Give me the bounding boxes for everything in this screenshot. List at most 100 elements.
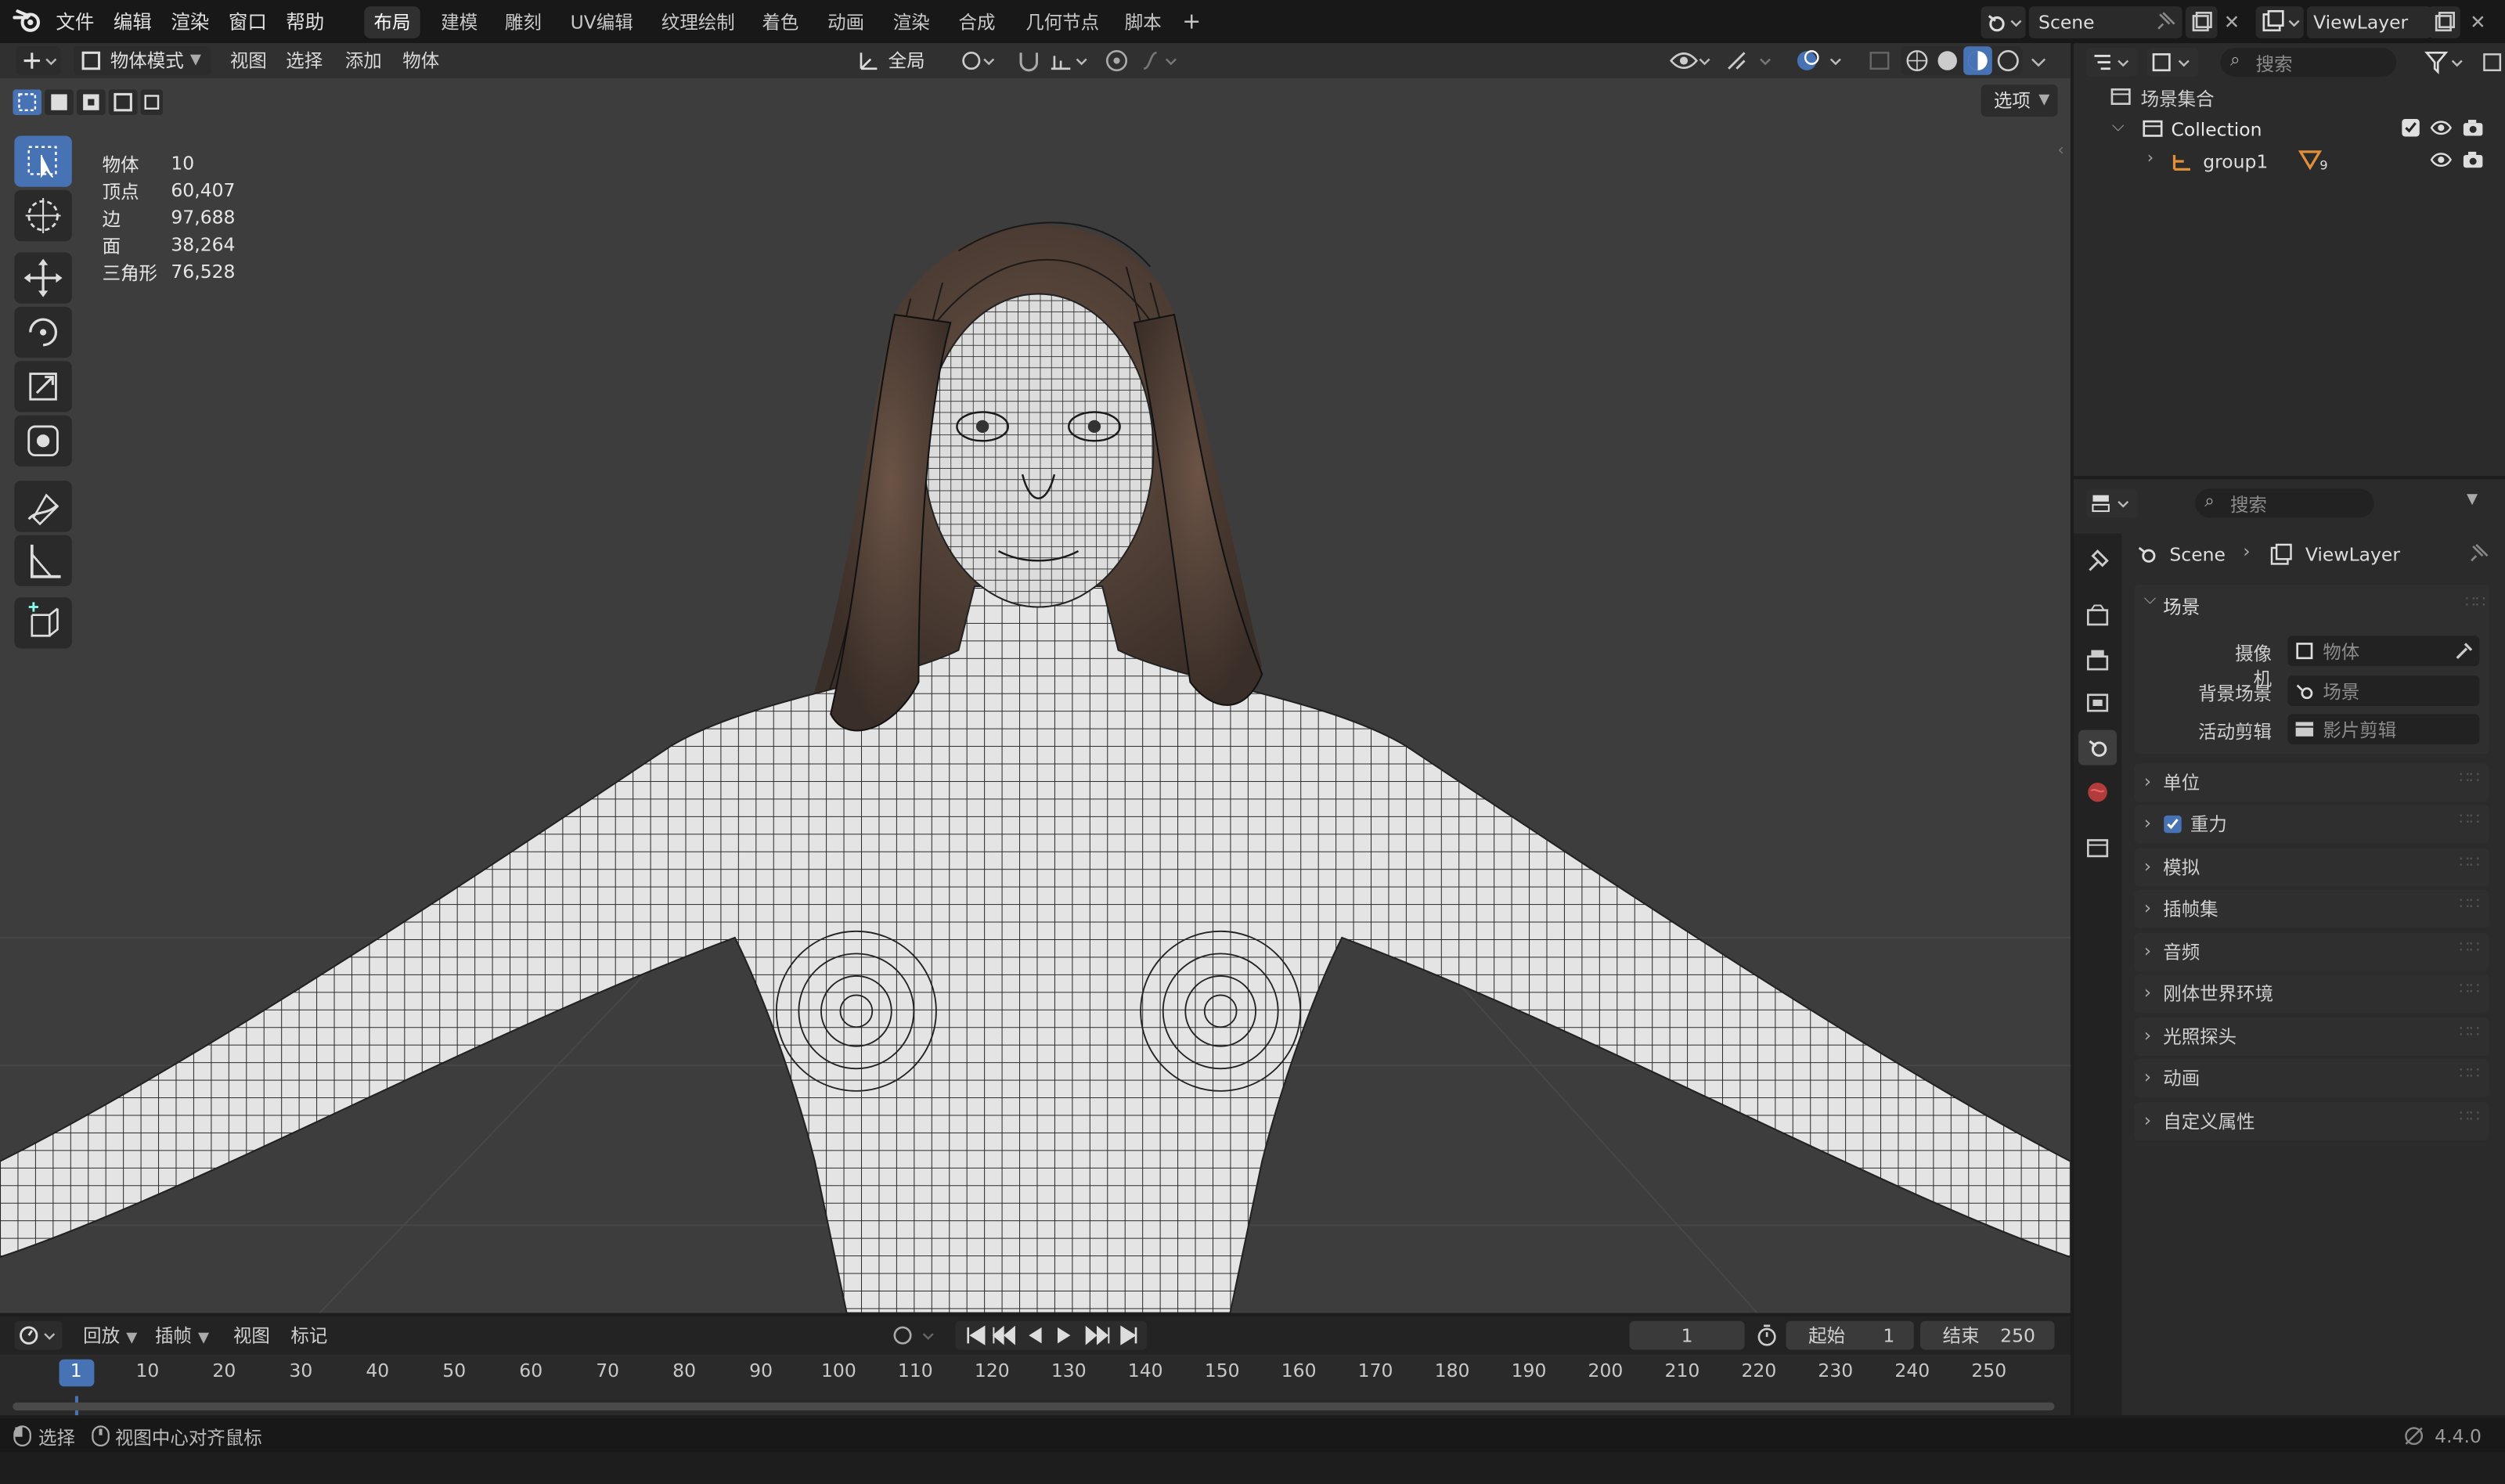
collection-camera-icon[interactable] xyxy=(2462,118,2485,137)
properties-search-input[interactable]: ⌕ 搜索 xyxy=(2195,488,2374,518)
timeline-editor[interactable]: 回放 ▼ 插帧 ▼ 视图 标记 1 起始 1 结束 250 1 10 20 30 4… xyxy=(0,1316,2071,1416)
proportional-edit-icon[interactable] xyxy=(1102,46,1131,75)
filter-icon[interactable] xyxy=(2422,48,2470,77)
3d-viewport[interactable]: 物体模式 ▼ 视图 选择 添加 物体 全局 选项 ▼ ‹ 物体 10 顶点 60… xyxy=(0,43,2071,1313)
visibility-icon[interactable] xyxy=(1667,46,1714,75)
outliner-editor-type-icon[interactable] xyxy=(2086,48,2138,77)
mode-selector[interactable]: 物体模式 ▼ xyxy=(73,46,211,75)
add-workspace-button[interactable]: + xyxy=(1173,6,1210,38)
active-clip-field[interactable]: 影片剪辑 xyxy=(2287,714,2480,745)
menu-select[interactable]: 选择 xyxy=(286,48,323,75)
new-collection-icon[interactable] xyxy=(2479,48,2505,77)
collection-checkbox-icon[interactable] xyxy=(2401,118,2420,137)
collection-tab-icon[interactable] xyxy=(2083,834,2112,863)
drag-grip-icon[interactable]: ∷∷ xyxy=(2465,594,2485,611)
transform-tool[interactable] xyxy=(14,415,72,466)
blender-logo-icon[interactable] xyxy=(13,8,41,34)
menu-object[interactable]: 物体 xyxy=(402,48,439,75)
display-mode-icon[interactable] xyxy=(2146,48,2199,77)
menu-add[interactable]: 添加 xyxy=(345,48,382,75)
tab-compositing[interactable]: 合成 xyxy=(949,6,1004,38)
chevron-down-icon[interactable]: ▼ xyxy=(2467,492,2478,508)
playback-menu[interactable]: 回放 ▼ xyxy=(83,1323,137,1349)
pin-icon[interactable] xyxy=(2467,543,2489,566)
close-viewlayer-icon[interactable]: ✕ xyxy=(2470,6,2489,38)
collection-expand-icon[interactable]: ⌵ xyxy=(2112,118,2124,135)
close-scene-icon[interactable]: ✕ xyxy=(2224,6,2243,38)
section-rigid-body-world[interactable]: › 刚体世界环境 ∷∷ xyxy=(2134,974,2489,1013)
new-scene-icon[interactable] xyxy=(2185,6,2218,38)
scene-panel-title[interactable]: 场景 xyxy=(2163,594,2200,620)
pin-icon[interactable] xyxy=(2154,11,2176,34)
scene-panel-collapse-icon[interactable]: ⌵ xyxy=(2144,591,2156,608)
current-frame-field[interactable]: 1 xyxy=(1629,1320,1745,1350)
world-tab-icon[interactable] xyxy=(2083,778,2112,807)
section-animation[interactable]: › 动画 ∷∷ xyxy=(2134,1059,2489,1098)
section-audio[interactable]: › 音频 ∷∷ xyxy=(2134,932,2489,971)
tool-tab-icon[interactable] xyxy=(2083,546,2112,575)
menu-help[interactable]: 帮助 xyxy=(286,8,324,35)
tab-rendering[interactable]: 渲染 xyxy=(884,6,939,38)
shading-options-icon[interactable] xyxy=(2026,46,2052,75)
auto-keying-icon[interactable] xyxy=(888,1321,943,1350)
output-tab-icon[interactable] xyxy=(2083,645,2112,674)
tab-shading[interactable]: 着色 xyxy=(752,6,808,38)
menu-view[interactable]: 视图 xyxy=(230,48,267,75)
viewlayer-selector-icon[interactable] xyxy=(2255,6,2304,38)
gizmo-icon[interactable] xyxy=(1722,46,1776,75)
group-label[interactable]: group1 xyxy=(2203,150,2268,173)
section-custom-properties[interactable]: › 自定义属性 ∷∷ xyxy=(2134,1102,2489,1141)
scene-selector-icon[interactable] xyxy=(1981,6,2026,38)
scene-tab-icon[interactable] xyxy=(2078,729,2118,765)
background-scene-field[interactable]: 场景 xyxy=(2287,675,2480,707)
tab-uv-editing[interactable]: UV编辑 xyxy=(560,6,643,38)
options-dropdown[interactable]: 选项 ▼ xyxy=(1981,85,2058,117)
tab-layout[interactable]: 布局 xyxy=(364,6,420,38)
menu-file[interactable]: 文件 xyxy=(56,8,94,35)
eyedropper-icon[interactable] xyxy=(2454,640,2475,661)
overlays-icon[interactable] xyxy=(1793,46,1847,75)
menu-window[interactable]: 窗口 xyxy=(229,8,267,35)
select-box-tool[interactable] xyxy=(14,135,72,187)
timeline-editor-type-icon[interactable] xyxy=(14,1320,63,1350)
annotate-tool[interactable] xyxy=(14,481,72,532)
measure-tool[interactable] xyxy=(14,535,72,586)
gravity-checkbox-icon[interactable] xyxy=(2163,815,2182,834)
camera-field[interactable]: 物体 xyxy=(2287,636,2480,667)
tab-sculpting[interactable]: 雕刻 xyxy=(496,6,551,38)
wireframe-model-canvas[interactable] xyxy=(0,43,2071,1313)
view-layer-tab-icon[interactable] xyxy=(2083,689,2112,718)
tab-modeling[interactable]: 建模 xyxy=(431,6,487,38)
scale-tool[interactable] xyxy=(14,361,72,412)
falloff-icon[interactable] xyxy=(1137,46,1182,75)
menu-render[interactable]: 渲染 xyxy=(171,8,209,35)
section-keying-sets[interactable]: › 插帧集 ∷∷ xyxy=(2134,889,2489,928)
keying-menu[interactable]: 插帧 ▼ xyxy=(155,1323,209,1349)
collection-label[interactable]: Collection xyxy=(2171,118,2262,141)
tab-animation[interactable]: 动画 xyxy=(818,6,874,38)
add-cube-tool[interactable] xyxy=(14,597,72,649)
tab-texture-paint[interactable]: 纹理绘制 xyxy=(652,6,744,38)
move-tool[interactable] xyxy=(14,252,72,304)
preview-range-icon[interactable] xyxy=(1754,1321,1780,1350)
collection-eye-icon[interactable] xyxy=(2430,118,2453,137)
properties-editor-type-icon[interactable] xyxy=(2086,488,2138,518)
tab-scripting[interactable]: 脚本 xyxy=(1115,6,1170,38)
xray-icon[interactable] xyxy=(1866,46,1895,75)
start-frame-field[interactable]: 起始 1 xyxy=(1786,1320,1914,1350)
new-viewlayer-icon[interactable] xyxy=(2428,6,2460,38)
transform-orientation-selector[interactable]: 全局 xyxy=(853,46,946,75)
snap-icon[interactable] xyxy=(1013,46,1045,75)
render-tab-icon[interactable] xyxy=(2083,602,2112,631)
outliner-search-input[interactable]: ⌕ 搜索 xyxy=(2220,48,2397,77)
shading-modes[interactable] xyxy=(1901,46,2023,75)
section-gravity[interactable]: › 重力 ∷∷ xyxy=(2134,805,2489,844)
tab-geometry-nodes[interactable]: 几何节点 xyxy=(1016,6,1108,38)
scene-collection-label[interactable]: 场景集合 xyxy=(2141,86,2215,112)
pivot-icon[interactable] xyxy=(958,46,1000,75)
end-frame-field[interactable]: 结束 250 xyxy=(1920,1320,2055,1350)
playback-controls[interactable] xyxy=(955,1320,1148,1350)
timeline-view-menu[interactable]: 视图 xyxy=(233,1323,270,1349)
sidebar-toggle-icon[interactable]: ‹ xyxy=(2058,142,2067,165)
group-expand-icon[interactable]: › xyxy=(2147,150,2154,167)
